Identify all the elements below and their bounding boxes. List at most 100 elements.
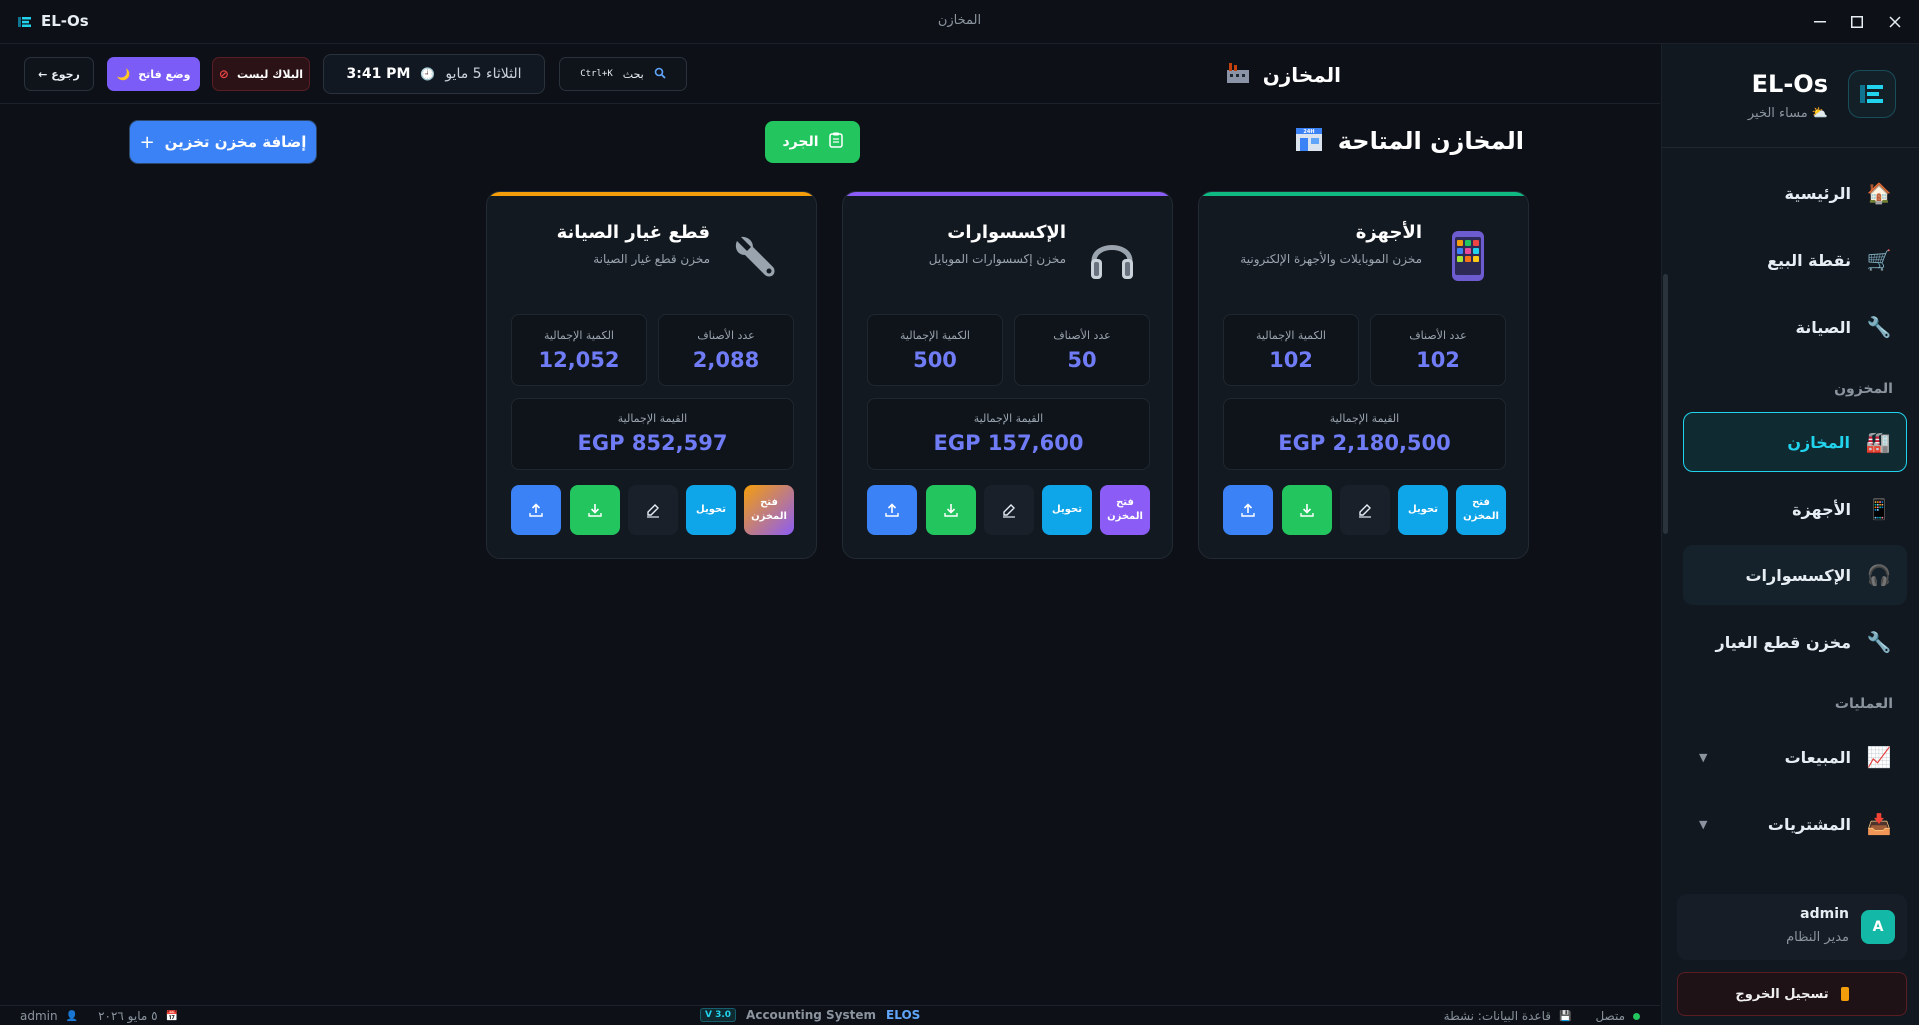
sidebar-item-label: الإكسسوارات: [1745, 565, 1851, 585]
import-button[interactable]: [570, 485, 620, 535]
open-warehouse-button[interactable]: فتح المخزن: [744, 485, 794, 535]
stat-total-quantity: الكمية الإجمالية 12,052: [511, 314, 647, 386]
headphones-icon: [1082, 226, 1142, 286]
sidebar-item-label: نقطة البيع: [1767, 250, 1851, 270]
minimize-icon[interactable]: [1808, 10, 1832, 34]
sidebar-section-operations: العمليات: [1834, 696, 1893, 712]
card-accent-bar: [843, 192, 1172, 196]
factory-icon: [1225, 60, 1251, 89]
stat-total-value: القيمة الإجمالية EGP 157,600: [867, 398, 1150, 470]
sidebar-item-label: المخازن: [1787, 432, 1850, 452]
door-icon: [1840, 987, 1849, 1001]
stat-value: 12,052: [538, 348, 620, 372]
cart-icon: 🛒: [1866, 248, 1892, 272]
sidebar-item-maintenance[interactable]: الصيانة 🔧: [1683, 297, 1907, 357]
page-title-text: المخازن: [1262, 62, 1341, 87]
greeting: ⛅ مساء الخير: [1748, 106, 1828, 121]
transfer-button[interactable]: تحويل: [686, 485, 736, 535]
edit-button[interactable]: [628, 485, 678, 535]
open-warehouse-button[interactable]: فتح المخزن: [1456, 485, 1506, 535]
phone-icon: [1438, 226, 1498, 286]
sidebar-item-sales[interactable]: ▼ المبيعات 📈: [1683, 727, 1907, 787]
stat-label: عدد الأصناف: [697, 329, 755, 342]
inventory-count-button[interactable]: الجرد: [765, 121, 860, 163]
stat-label: عدد الأصناف: [1409, 329, 1467, 342]
sidebar-item-home[interactable]: الرئيسية 🏠: [1683, 163, 1907, 223]
sidebar-item-accessories[interactable]: الإكسسوارات 🎧: [1683, 545, 1907, 605]
theme-label: وضع فاتح: [138, 67, 191, 81]
back-button[interactable]: ← رجوع: [24, 57, 94, 91]
sidebar-item-label: الأجهزة: [1792, 499, 1851, 519]
import-button[interactable]: [926, 485, 976, 535]
open-warehouse-button[interactable]: فتح المخزن: [1100, 485, 1150, 535]
search-button[interactable]: Ctrl+K بحث: [559, 57, 687, 91]
sidebar-item-purchases[interactable]: ▼ المشتريات 📥: [1683, 794, 1907, 854]
sidebar-header: EL-Os ⛅ مساء الخير: [1662, 44, 1919, 148]
stat-label: القيمة الإجمالية: [973, 412, 1044, 425]
search-label: بحث: [622, 67, 644, 81]
edit-icon: [647, 504, 659, 518]
version-badge: V 3.0: [700, 1008, 737, 1022]
edit-icon: [1003, 504, 1015, 518]
add-warehouse-button[interactable]: إضافة مخزن تخزين +: [130, 121, 316, 163]
blacklist-button[interactable]: ⊘ البلاك ليست: [212, 57, 310, 91]
stat-total-value: القيمة الإجمالية EGP 852,597: [511, 398, 794, 470]
export-button[interactable]: [867, 485, 917, 535]
user-icon: 👤: [65, 1010, 79, 1022]
system-name: Accounting System: [746, 1008, 877, 1022]
theme-toggle-button[interactable]: 🌙 وضع فاتح: [107, 57, 200, 91]
warehouse-card-devices: الأجهزة مخزن الموبايلات والأجهزة الإلكتر…: [1198, 191, 1529, 559]
warehouse-description: مخزن إكسسوارات الموبايل: [928, 252, 1066, 266]
download-icon: [1300, 504, 1314, 517]
download-icon: [944, 504, 958, 517]
sidebar-item-pos[interactable]: نقطة البيع 🛒: [1683, 230, 1907, 290]
sidebar-item-warehouses[interactable]: المخازن 🏭: [1683, 412, 1907, 472]
sidebar-item-devices[interactable]: الأجهزة 📱: [1683, 479, 1907, 539]
import-button[interactable]: [1282, 485, 1332, 535]
sidebar-item-label: الصيانة: [1795, 317, 1851, 337]
warehouse-card-spare-parts: قطع غيار الصيانة مخزن قطع غيار الصيانة ع…: [486, 191, 817, 559]
user-name: admin: [1800, 906, 1849, 922]
transfer-button[interactable]: تحويل: [1398, 485, 1448, 535]
chevron-down-icon: ▼: [1699, 817, 1708, 831]
connection-status: متصل: [1595, 1009, 1625, 1023]
stat-value: 50: [1067, 348, 1097, 372]
sidebar-scrollbar[interactable]: [1662, 154, 1668, 874]
page-title: المخازن: [1225, 60, 1341, 89]
add-warehouse-label: إضافة مخزن تخزين: [164, 133, 307, 151]
sidebar-item-label: الرئيسية: [1784, 183, 1852, 203]
window-titlebar: EL-Os المخازن: [0, 0, 1919, 44]
clock-icon: 🕘: [420, 67, 436, 81]
wrench-icon: [726, 226, 786, 286]
logout-button[interactable]: تسجيل الخروج: [1677, 972, 1907, 1016]
edit-button[interactable]: [984, 485, 1034, 535]
brand-name: ELOS: [886, 1008, 921, 1022]
edit-button[interactable]: [1340, 485, 1390, 535]
sidebar-scroll-thumb[interactable]: [1663, 274, 1668, 534]
stat-value: 102: [1416, 348, 1460, 372]
status-user: admin: [20, 1009, 58, 1023]
inventory-count-label: الجرد: [782, 134, 819, 150]
warehouse-name: قطع غيار الصيانة: [556, 222, 710, 243]
user-card[interactable]: A admin مدير النظام: [1677, 894, 1907, 960]
export-button[interactable]: [511, 485, 561, 535]
card-accent-bar: [1199, 192, 1528, 196]
stat-label: الكمية الإجمالية: [1256, 329, 1326, 342]
app-logo-icon: [16, 13, 34, 31]
search-shortcut: Ctrl+K: [580, 69, 613, 79]
maximize-icon[interactable]: [1845, 10, 1869, 34]
sidebar-item-spare-parts[interactable]: مخزن قطع الغيار 🔧: [1683, 612, 1907, 672]
transfer-button[interactable]: تحويل: [1042, 485, 1092, 535]
stat-total-quantity: الكمية الإجمالية 102: [1223, 314, 1359, 386]
avatar: A: [1861, 910, 1895, 944]
card-accent-bar: [487, 192, 816, 196]
download-icon: [588, 504, 602, 517]
search-icon: [654, 67, 666, 82]
status-center: V 3.0 Accounting System ELOS: [700, 1008, 920, 1022]
user-role: مدير النظام: [1786, 930, 1849, 945]
calendar-icon: 📅: [165, 1010, 179, 1022]
export-button[interactable]: [1223, 485, 1273, 535]
stat-value: EGP 2,180,500: [1278, 431, 1451, 455]
stat-label: القيمة الإجمالية: [1329, 412, 1400, 425]
close-icon[interactable]: [1883, 10, 1907, 34]
